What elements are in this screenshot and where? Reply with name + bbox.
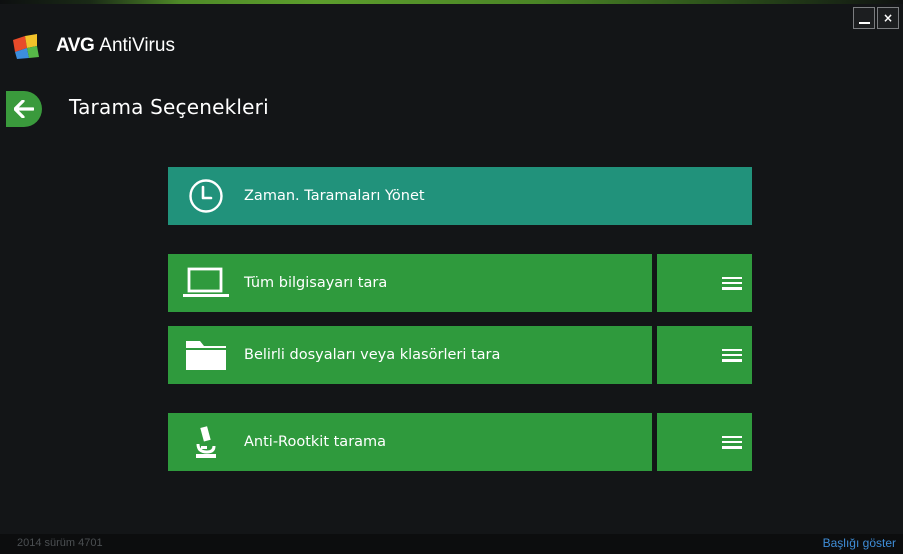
version-text: 2014 sürüm 4701 <box>17 537 103 549</box>
close-button[interactable]: × <box>877 7 899 29</box>
arrow-left-icon <box>14 100 34 118</box>
hamburger-menu-icon <box>722 435 742 449</box>
hamburger-menu-icon <box>722 276 742 290</box>
folder-icon <box>168 326 244 384</box>
minimize-button[interactable] <box>853 7 875 29</box>
microscope-icon <box>168 413 244 471</box>
scan-files-folders-button[interactable]: Belirli dosyaları veya klasörleri tara <box>168 326 652 384</box>
option-label: Zaman. Taramaları Yönet <box>244 188 425 204</box>
anti-rootkit-scan-button[interactable]: Anti-Rootkit tarama <box>168 413 652 471</box>
option-label: Tüm bilgisayarı tara <box>244 275 388 291</box>
anti-rootkit-settings-button[interactable] <box>657 413 752 471</box>
close-icon: × <box>882 11 894 25</box>
app-logo: AVG AntiVirus <box>11 30 175 62</box>
brand-name: AVG <box>56 35 95 56</box>
back-button[interactable] <box>6 91 42 127</box>
minimize-icon <box>858 21 870 24</box>
show-title-link[interactable]: Başlığı göster <box>823 536 896 550</box>
page-title: Tarama Seçenekleri <box>69 95 269 119</box>
scan-files-folders-settings-button[interactable] <box>657 326 752 384</box>
avg-logo-icon <box>13 34 39 59</box>
option-label: Anti-Rootkit tarama <box>244 434 387 450</box>
top-accent-stripe <box>0 0 903 4</box>
option-label: Belirli dosyaları veya klasörleri tara <box>244 347 501 363</box>
status-bar <box>0 534 903 554</box>
app-window: × AVG AntiVirus Tarama Seçenekleri Zaman… <box>0 0 903 554</box>
scan-whole-computer-button[interactable]: Tüm bilgisayarı tara <box>168 254 652 312</box>
manage-scheduled-scans-button[interactable]: Zaman. Taramaları Yönet <box>168 167 752 225</box>
window-controls: × <box>853 7 899 29</box>
scan-whole-computer-settings-button[interactable] <box>657 254 752 312</box>
product-name: AntiVirus <box>99 35 175 56</box>
clock-icon <box>168 167 244 225</box>
hamburger-menu-icon <box>722 348 742 362</box>
laptop-icon <box>168 254 244 312</box>
